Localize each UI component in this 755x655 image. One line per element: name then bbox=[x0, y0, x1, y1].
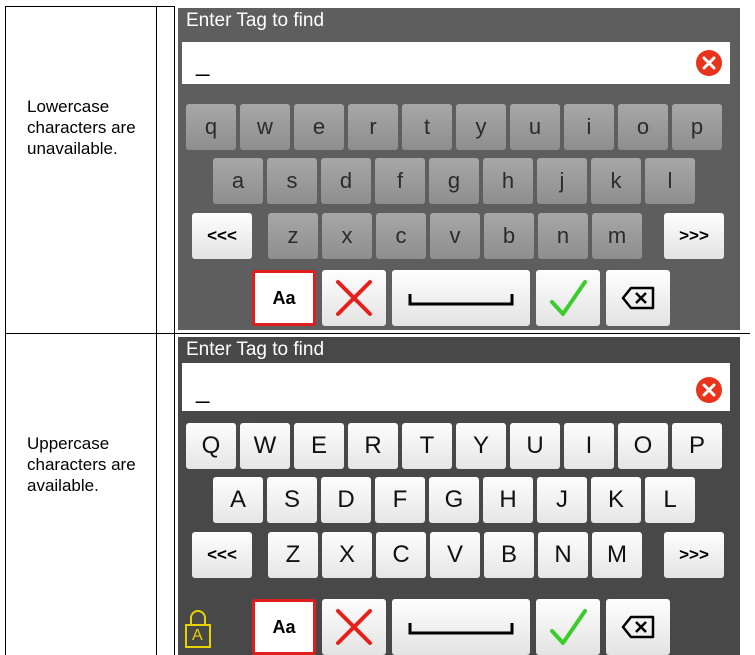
key[interactable]: T bbox=[402, 423, 452, 469]
key[interactable]: z bbox=[268, 213, 318, 259]
key[interactable]: W bbox=[240, 423, 290, 469]
key[interactable]: y bbox=[456, 104, 506, 150]
cancel-button[interactable] bbox=[322, 599, 386, 655]
next-button[interactable]: >>> bbox=[664, 213, 724, 259]
backspace-icon bbox=[621, 615, 655, 639]
table-row-divider bbox=[5, 333, 750, 334]
table-border-top bbox=[5, 6, 175, 7]
case-toggle-button[interactable]: Aa bbox=[252, 270, 316, 326]
backspace-icon bbox=[621, 286, 655, 310]
key[interactable]: Z bbox=[268, 532, 318, 578]
key[interactable]: D bbox=[321, 477, 371, 523]
key[interactable]: p bbox=[672, 104, 722, 150]
key[interactable]: N bbox=[538, 532, 588, 578]
keyboard-panel-uppercase: Enter Tag to find _ Q W E R T Y U I O P … bbox=[178, 337, 740, 655]
key[interactable]: I bbox=[564, 423, 614, 469]
space-button[interactable] bbox=[392, 270, 530, 326]
key[interactable]: f bbox=[375, 158, 425, 204]
key[interactable]: o bbox=[618, 104, 668, 150]
key[interactable]: q bbox=[186, 104, 236, 150]
keyboard-panel-lowercase: Enter Tag to find _ q w e r t y u i o p … bbox=[178, 8, 740, 330]
tag-input-field[interactable]: _ bbox=[182, 363, 730, 411]
confirm-button[interactable] bbox=[536, 599, 600, 655]
key[interactable]: v bbox=[430, 213, 480, 259]
key[interactable]: V bbox=[430, 532, 480, 578]
key[interactable]: Q bbox=[186, 423, 236, 469]
key[interactable]: O bbox=[618, 423, 668, 469]
keyboard-header: Enter Tag to find bbox=[186, 10, 325, 31]
case-toggle-button[interactable]: Aa bbox=[252, 599, 316, 655]
space-bar-icon bbox=[408, 294, 514, 306]
cross-icon bbox=[336, 609, 372, 645]
key[interactable]: F bbox=[375, 477, 425, 523]
key[interactable]: P bbox=[672, 423, 722, 469]
key[interactable]: E bbox=[294, 423, 344, 469]
key[interactable]: H bbox=[483, 477, 533, 523]
key[interactable]: R bbox=[348, 423, 398, 469]
space-button[interactable] bbox=[392, 599, 530, 655]
checkmark-icon bbox=[550, 280, 587, 316]
cross-icon bbox=[336, 280, 372, 316]
key[interactable]: c bbox=[376, 213, 426, 259]
input-value: _ bbox=[196, 377, 210, 404]
tag-input-field[interactable]: _ bbox=[182, 42, 730, 84]
caps-lock-indicator: A bbox=[184, 607, 212, 651]
confirm-button[interactable] bbox=[536, 270, 600, 326]
key[interactable]: w bbox=[240, 104, 290, 150]
key[interactable]: G bbox=[429, 477, 479, 523]
key[interactable]: S bbox=[267, 477, 317, 523]
clear-circle-icon[interactable] bbox=[696, 50, 722, 76]
key[interactable]: d bbox=[321, 158, 371, 204]
key[interactable]: M bbox=[592, 532, 642, 578]
row-description-lowercase: Lowercase characters are unavailable. bbox=[27, 97, 136, 158]
checkmark-icon bbox=[550, 609, 587, 645]
key[interactable]: n bbox=[538, 213, 588, 259]
row-description-uppercase: Uppercase characters are available. bbox=[27, 434, 136, 495]
key[interactable]: U bbox=[510, 423, 560, 469]
key[interactable]: m bbox=[592, 213, 642, 259]
key[interactable]: g bbox=[429, 158, 479, 204]
clear-circle-icon[interactable] bbox=[696, 377, 722, 403]
key[interactable]: j bbox=[537, 158, 587, 204]
cancel-button[interactable] bbox=[322, 270, 386, 326]
key[interactable]: K bbox=[591, 477, 641, 523]
backspace-button[interactable] bbox=[606, 270, 670, 326]
backspace-button[interactable] bbox=[606, 599, 670, 655]
key[interactable]: k bbox=[591, 158, 641, 204]
key[interactable]: e bbox=[294, 104, 344, 150]
key[interactable]: t bbox=[402, 104, 452, 150]
key[interactable]: a bbox=[213, 158, 263, 204]
key[interactable]: b bbox=[484, 213, 534, 259]
caps-lock-letter: A bbox=[192, 627, 203, 644]
key[interactable]: B bbox=[484, 532, 534, 578]
key[interactable]: h bbox=[483, 158, 533, 204]
key[interactable]: C bbox=[376, 532, 426, 578]
table-border-left bbox=[5, 6, 6, 655]
space-bar-icon bbox=[408, 623, 514, 635]
prev-button[interactable]: <<< bbox=[192, 532, 252, 578]
key[interactable]: L bbox=[645, 477, 695, 523]
next-button[interactable]: >>> bbox=[664, 532, 724, 578]
key[interactable]: i bbox=[564, 104, 614, 150]
key[interactable]: Y bbox=[456, 423, 506, 469]
key[interactable]: s bbox=[267, 158, 317, 204]
input-value: _ bbox=[196, 50, 210, 77]
prev-button[interactable]: <<< bbox=[192, 213, 252, 259]
key[interactable]: J bbox=[537, 477, 587, 523]
key[interactable]: r bbox=[348, 104, 398, 150]
key[interactable]: A bbox=[213, 477, 263, 523]
table-divider-inner bbox=[174, 6, 175, 655]
key[interactable]: x bbox=[322, 213, 372, 259]
key[interactable]: l bbox=[645, 158, 695, 204]
key[interactable]: u bbox=[510, 104, 560, 150]
key[interactable]: X bbox=[322, 532, 372, 578]
